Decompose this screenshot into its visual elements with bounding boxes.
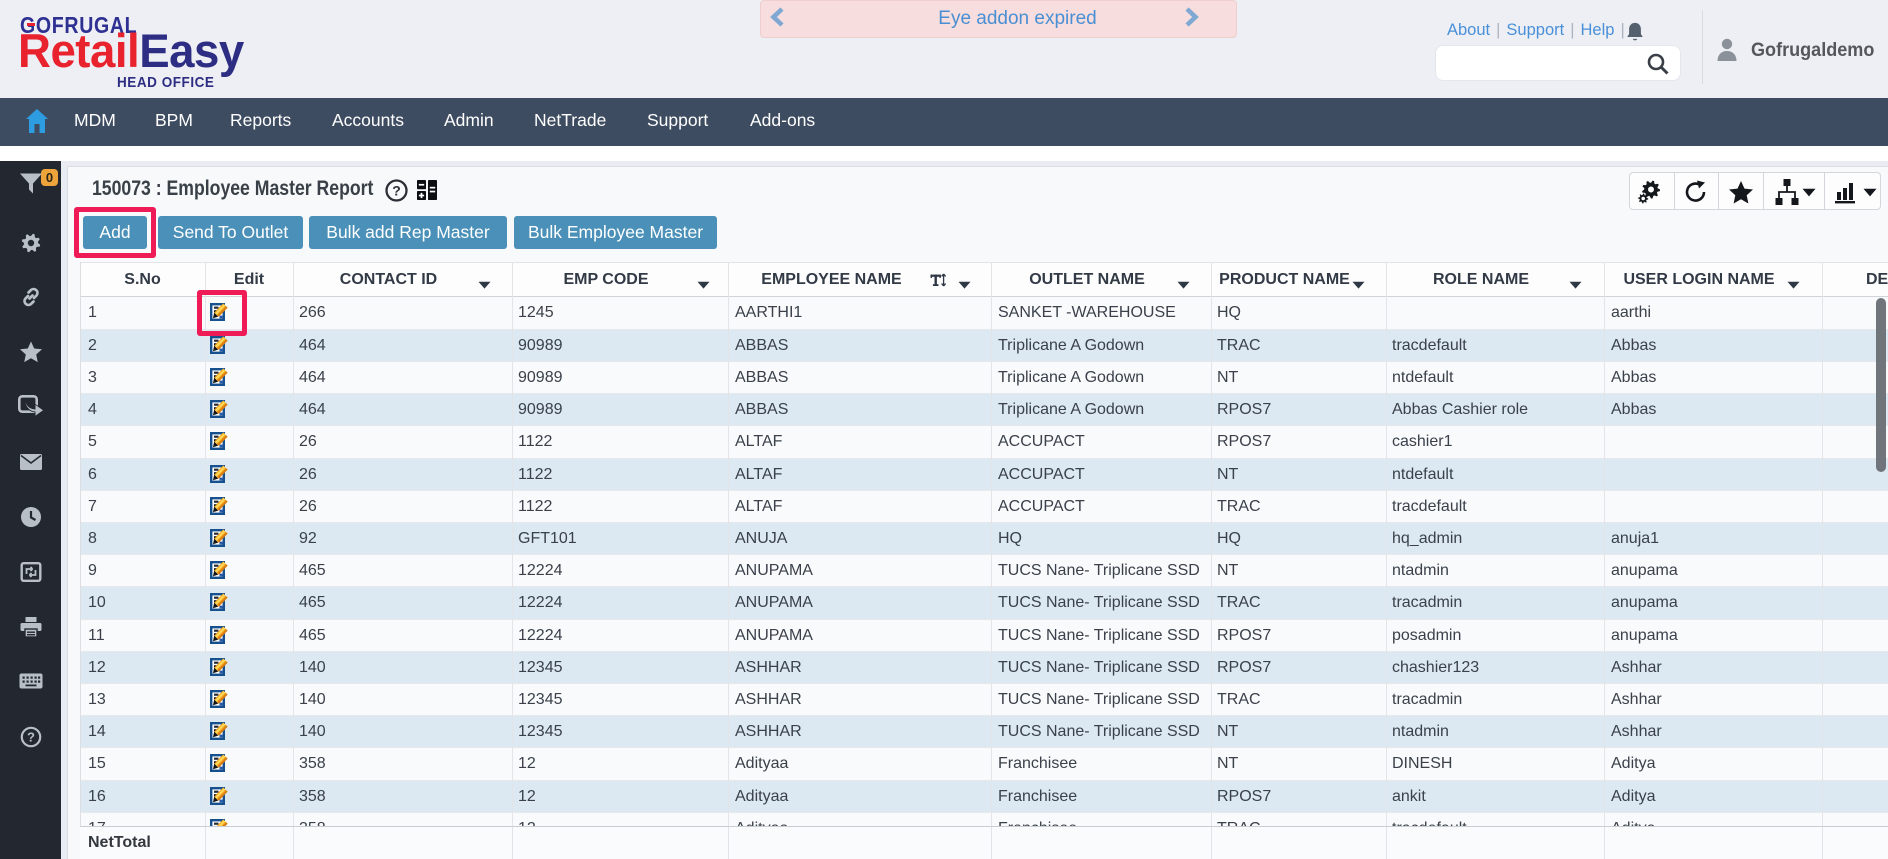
svg-text:?: ? bbox=[392, 183, 401, 199]
svg-text:?: ? bbox=[27, 730, 35, 745]
